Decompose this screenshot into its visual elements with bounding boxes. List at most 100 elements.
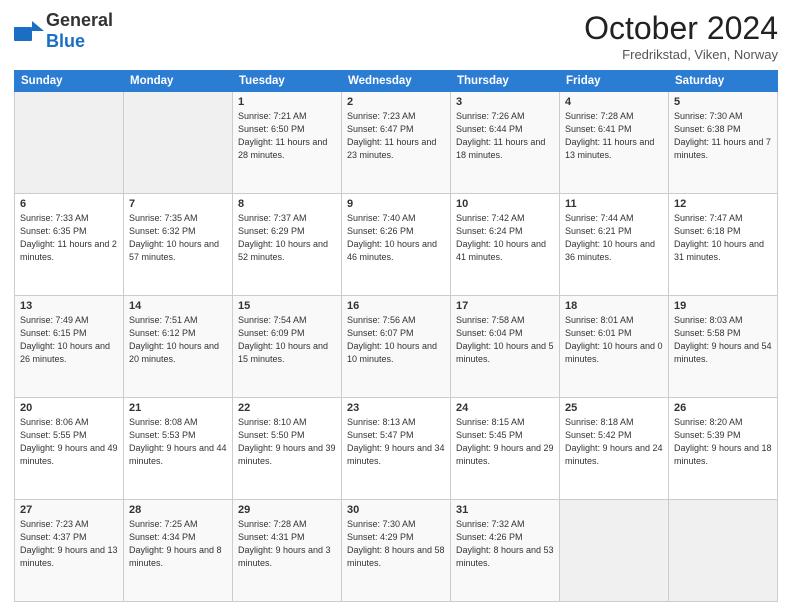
day-info: Sunrise: 7:26 AMSunset: 6:44 PMDaylight:… (456, 110, 554, 162)
day-info: Sunrise: 7:23 AMSunset: 4:37 PMDaylight:… (20, 518, 118, 570)
calendar-cell-w1-d4: 2Sunrise: 7:23 AMSunset: 6:47 PMDaylight… (342, 92, 451, 194)
day-number: 8 (238, 198, 336, 210)
day-info: Sunrise: 7:47 AMSunset: 6:18 PMDaylight:… (674, 212, 772, 264)
day-info: Sunrise: 7:56 AMSunset: 6:07 PMDaylight:… (347, 314, 445, 366)
calendar-cell-w4-d5: 24 Sunrise: 8:15 AMSunset: 5:45 PMDayligh… (451, 398, 560, 500)
day-number: 16 (347, 300, 445, 312)
day-info: Sunrise: 8:01 AMSunset: 6:01 PMDaylight:… (565, 314, 663, 366)
calendar-cell-w1-d5: 3 Sunrise: 7:26 AMSunset: 6:44 PMDaylight… (451, 92, 560, 194)
day-number: 25 (565, 402, 663, 414)
calendar-cell-w1-d6: 4 Sunrise: 7:28 AMSunset: 6:41 PMDaylight… (560, 92, 669, 194)
calendar-cell-w4-d6: 25 Sunrise: 8:18 AMSunset: 5:42 PMDayligh… (560, 398, 669, 500)
day-info: Sunrise: 7:40 AMSunset: 6:26 PMDaylight:… (347, 212, 445, 264)
calendar-cell-w2-d4: 9 Sunrise: 7:40 AMSunset: 6:26 PMDaylight… (342, 194, 451, 296)
day-info: Sunrise: 7:54 AMSunset: 6:09 PMDaylight:… (238, 314, 336, 366)
col-monday: Monday (124, 71, 233, 92)
calendar-cell-w3-d3: 15 Sunrise: 7:54 AMSunset: 6:09 PMDayligh… (233, 296, 342, 398)
col-saturday: Saturday (669, 71, 778, 92)
day-number: 11 (565, 198, 663, 210)
day-info: Sunrise: 7:35 AMSunset: 6:32 PMDaylight:… (129, 212, 227, 264)
calendar-cell-w2-d7: 12 Sunrise: 7:47 AMSunset: 6:18 PMDayligh… (669, 194, 778, 296)
day-info: Sunrise: 8:18 AMSunset: 5:42 PMDaylight:… (565, 416, 663, 468)
day-number: 24 (456, 402, 554, 414)
month-title: October 2024 (584, 10, 778, 47)
day-number: 30 (347, 504, 445, 516)
day-info: Sunrise: 7:44 AMSunset: 6:21 PMDaylight:… (565, 212, 663, 264)
day-info: Sunrise: 7:33 AMSunset: 6:35 PMDaylight:… (20, 212, 118, 264)
calendar-cell-w2-d5: 10Sunrise: 7:42 AMSunset: 6:24 PMDayligh… (451, 194, 560, 296)
day-number: 19 (674, 300, 772, 312)
calendar-week-1: 1Sunrise: 7:21 AMSunset: 6:50 PMDaylight… (15, 92, 778, 194)
calendar-cell-w3-d5: 17 Sunrise: 7:58 AMSunset: 6:04 PMDayligh… (451, 296, 560, 398)
day-number: 28 (129, 504, 227, 516)
calendar-cell-w5-d6 (560, 500, 669, 602)
col-sunday: Sunday (15, 71, 124, 92)
day-info: Sunrise: 8:15 AMSunset: 5:45 PMDaylight:… (456, 416, 554, 468)
day-info: Sunrise: 7:37 AMSunset: 6:29 PMDaylight:… (238, 212, 336, 264)
day-number: 17 (456, 300, 554, 312)
calendar-cell-w5-d4: 30 Sunrise: 7:30 AMSunset: 4:29 PMDayligh… (342, 500, 451, 602)
calendar-cell-w4-d3: 22 Sunrise: 8:10 AMSunset: 5:50 PMDayligh… (233, 398, 342, 500)
day-number: 10 (456, 198, 554, 210)
day-number: 3 (456, 96, 554, 108)
day-number: 4 (565, 96, 663, 108)
calendar-cell-w4-d1: 20 Sunrise: 8:06 AMSunset: 5:55 PMDayligh… (15, 398, 124, 500)
calendar-week-5: 27Sunrise: 7:23 AMSunset: 4:37 PMDayligh… (15, 500, 778, 602)
day-number: 6 (20, 198, 118, 210)
calendar-cell-w2-d1: 6 Sunrise: 7:33 AMSunset: 6:35 PMDaylight… (15, 194, 124, 296)
day-info: Sunrise: 8:10 AMSunset: 5:50 PMDaylight:… (238, 416, 336, 468)
day-info: Sunrise: 7:28 AMSunset: 6:41 PMDaylight:… (565, 110, 663, 162)
day-info: Sunrise: 7:30 AMSunset: 6:38 PMDaylight:… (674, 110, 772, 162)
day-info: Sunrise: 7:30 AMSunset: 4:29 PMDaylight:… (347, 518, 445, 570)
col-friday: Friday (560, 71, 669, 92)
calendar-cell-w4-d4: 23Sunrise: 8:13 AMSunset: 5:47 PMDayligh… (342, 398, 451, 500)
day-number: 13 (20, 300, 118, 312)
calendar-cell-w3-d6: 18 Sunrise: 8:01 AMSunset: 6:01 PMDayligh… (560, 296, 669, 398)
calendar-cell-w4-d7: 26Sunrise: 8:20 AMSunset: 5:39 PMDayligh… (669, 398, 778, 500)
day-number: 5 (674, 96, 772, 108)
day-number: 14 (129, 300, 227, 312)
calendar-cell-w4-d2: 21Sunrise: 8:08 AMSunset: 5:53 PMDayligh… (124, 398, 233, 500)
calendar-cell-w2-d2: 7 Sunrise: 7:35 AMSunset: 6:32 PMDaylight… (124, 194, 233, 296)
calendar-cell-w5-d1: 27Sunrise: 7:23 AMSunset: 4:37 PMDayligh… (15, 500, 124, 602)
calendar-header-row: Sunday Monday Tuesday Wednesday Thursday… (15, 71, 778, 92)
calendar-cell-w1-d2 (124, 92, 233, 194)
day-number: 21 (129, 402, 227, 414)
day-number: 15 (238, 300, 336, 312)
title-area: October 2024 Fredrikstad, Viken, Norway (584, 10, 778, 62)
day-number: 31 (456, 504, 554, 516)
day-info: Sunrise: 7:21 AMSunset: 6:50 PMDaylight:… (238, 110, 336, 162)
calendar-cell-w5-d5: 31 Sunrise: 7:32 AMSunset: 4:26 PMDayligh… (451, 500, 560, 602)
col-wednesday: Wednesday (342, 71, 451, 92)
day-number: 9 (347, 198, 445, 210)
calendar-cell-w3-d2: 14 Sunrise: 7:51 AMSunset: 6:12 PMDayligh… (124, 296, 233, 398)
logo-icon (14, 21, 44, 41)
day-number: 29 (238, 504, 336, 516)
day-info: Sunrise: 7:51 AMSunset: 6:12 PMDaylight:… (129, 314, 227, 366)
calendar-cell-w2-d6: 11 Sunrise: 7:44 AMSunset: 6:21 PMDayligh… (560, 194, 669, 296)
day-info: Sunrise: 7:23 AMSunset: 6:47 PMDaylight:… (347, 110, 445, 162)
day-number: 20 (20, 402, 118, 414)
day-info: Sunrise: 7:25 AMSunset: 4:34 PMDaylight:… (129, 518, 227, 570)
day-info: Sunrise: 7:58 AMSunset: 6:04 PMDaylight:… (456, 314, 554, 366)
calendar-cell-w5-d3: 29 Sunrise: 7:28 AMSunset: 4:31 PMDayligh… (233, 500, 342, 602)
calendar-week-3: 13 Sunrise: 7:49 AMSunset: 6:15 PMDayligh… (15, 296, 778, 398)
calendar-week-4: 20 Sunrise: 8:06 AMSunset: 5:55 PMDayligh… (15, 398, 778, 500)
day-info: Sunrise: 7:49 AMSunset: 6:15 PMDaylight:… (20, 314, 118, 366)
calendar-week-2: 6 Sunrise: 7:33 AMSunset: 6:35 PMDaylight… (15, 194, 778, 296)
calendar-cell-w3-d7: 19Sunrise: 8:03 AMSunset: 5:58 PMDayligh… (669, 296, 778, 398)
col-thursday: Thursday (451, 71, 560, 92)
day-info: Sunrise: 7:28 AMSunset: 4:31 PMDaylight:… (238, 518, 336, 570)
day-number: 18 (565, 300, 663, 312)
day-number: 7 (129, 198, 227, 210)
day-info: Sunrise: 7:32 AMSunset: 4:26 PMDaylight:… (456, 518, 554, 570)
calendar-cell-w1-d3: 1Sunrise: 7:21 AMSunset: 6:50 PMDaylight… (233, 92, 342, 194)
calendar-cell-w5-d7 (669, 500, 778, 602)
day-number: 23 (347, 402, 445, 414)
day-info: Sunrise: 8:20 AMSunset: 5:39 PMDaylight:… (674, 416, 772, 468)
day-number: 22 (238, 402, 336, 414)
day-number: 12 (674, 198, 772, 210)
day-info: Sunrise: 8:06 AMSunset: 5:55 PMDaylight:… (20, 416, 118, 468)
calendar-table: Sunday Monday Tuesday Wednesday Thursday… (14, 70, 778, 602)
calendar-cell-w2-d3: 8 Sunrise: 7:37 AMSunset: 6:29 PMDaylight… (233, 194, 342, 296)
